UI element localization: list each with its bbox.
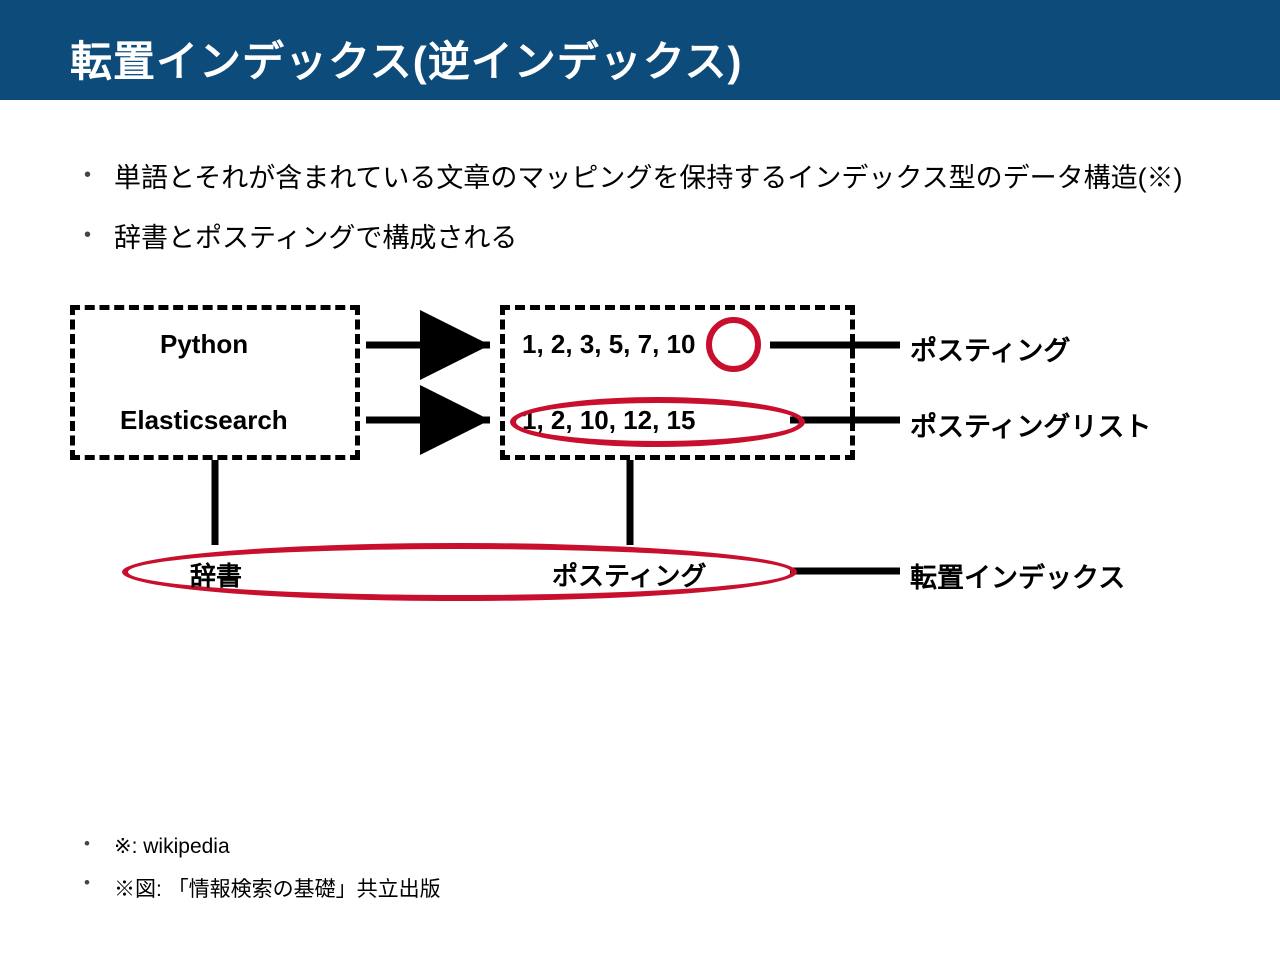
list-item: 辞書とポスティングで構成される bbox=[70, 218, 1210, 260]
main-bullets: 単語とそれが含まれている文章のマッピングを保持するインデックス型のデータ構造(※… bbox=[70, 158, 1210, 260]
circle-single-posting bbox=[706, 317, 761, 372]
label-posting: ポスティング bbox=[910, 329, 1070, 368]
foot-bullets: ※: wikipedia ※図: 「情報検索の基礎」共立出版 bbox=[70, 834, 441, 903]
label-inverted-index: 転置インデックス bbox=[910, 556, 1125, 595]
diagram: Python Elasticsearch 1, 2, 3, 5, 7, 10 1… bbox=[70, 305, 1230, 645]
term-elasticsearch: Elasticsearch bbox=[120, 405, 288, 436]
list-item: ※図: 「情報検索の基礎」共立出版 bbox=[70, 873, 441, 903]
footer: ※: wikipedia ※図: 「情報検索の基礎」共立出版 bbox=[70, 820, 441, 917]
circle-posting-list bbox=[510, 397, 805, 447]
label-posting-list: ポスティングリスト bbox=[910, 405, 1151, 444]
posting-row-1: 1, 2, 3, 5, 7, 10 bbox=[522, 329, 695, 360]
ellipse-label-dictionary: 辞書 bbox=[190, 556, 242, 593]
header: 転置インデックス(逆インデックス) bbox=[0, 0, 1280, 100]
list-item: ※: wikipedia bbox=[70, 834, 441, 859]
page-title: 転置インデックス(逆インデックス) bbox=[70, 28, 1210, 89]
list-item: 単語とそれが含まれている文章のマッピングを保持するインデックス型のデータ構造(※… bbox=[70, 158, 1210, 200]
content: 単語とそれが含まれている文章のマッピングを保持するインデックス型のデータ構造(※… bbox=[0, 100, 1280, 645]
term-python: Python bbox=[160, 329, 248, 360]
ellipse-label-posting: ポスティング bbox=[552, 556, 706, 593]
